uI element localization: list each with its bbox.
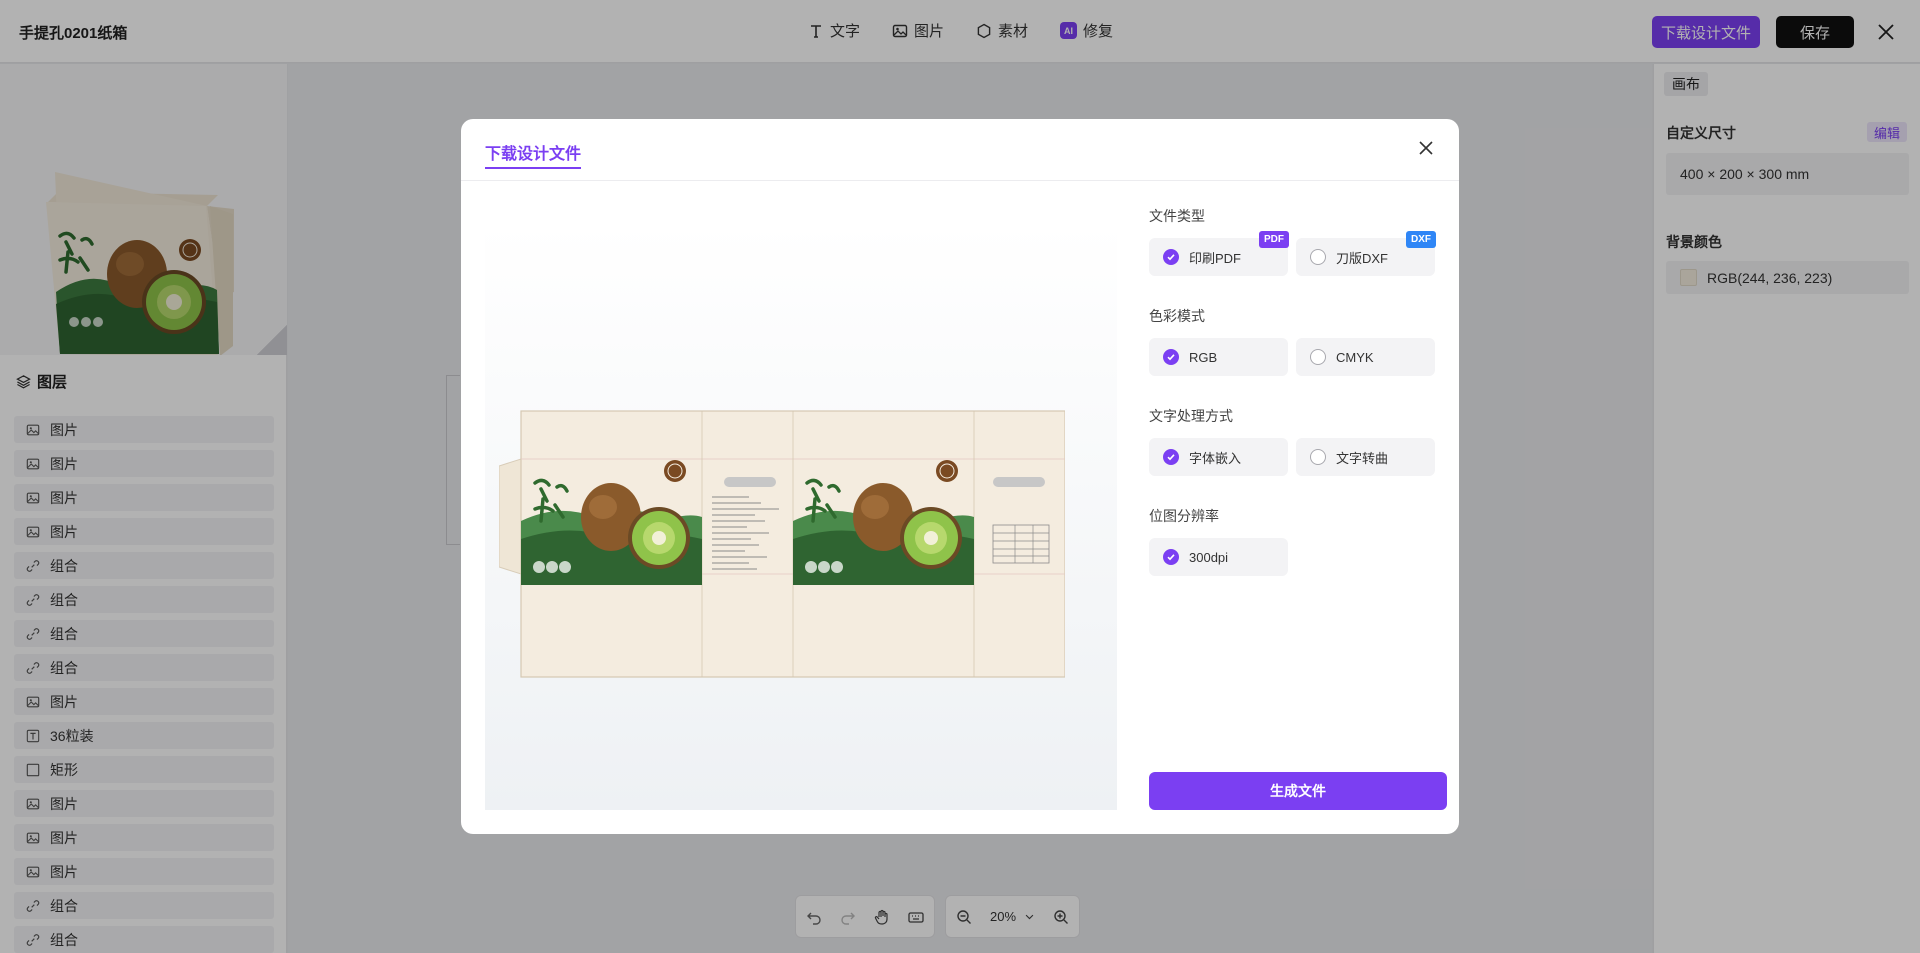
close-icon[interactable] — [1417, 139, 1435, 157]
dialog-title: 下载设计文件 — [485, 140, 582, 169]
option-group-label: 文件类型 — [1149, 208, 1205, 224]
option-group-label: 文字处理方式 — [1149, 408, 1233, 424]
radio-option[interactable]: CMYK — [1296, 338, 1435, 376]
generate-file-button[interactable]: 生成文件 — [1149, 772, 1447, 810]
check-circle-icon — [1163, 549, 1179, 565]
radio-option[interactable]: 字体嵌入 — [1149, 438, 1288, 476]
option-group: 300dpi — [1149, 538, 1449, 576]
option-group: RGB CMYK — [1149, 338, 1449, 376]
option-label: RGB — [1189, 349, 1218, 365]
check-circle-icon — [1163, 349, 1179, 365]
check-circle-icon — [1163, 249, 1179, 265]
format-badge: DXF — [1406, 231, 1436, 248]
option-label: 文字转曲 — [1336, 450, 1389, 466]
radio-option[interactable]: 300dpi — [1149, 538, 1288, 576]
format-badge: PDF — [1259, 231, 1289, 248]
radio-empty-icon — [1310, 349, 1326, 365]
dieline-illustration — [499, 410, 1065, 678]
radio-option[interactable]: 文字转曲 — [1296, 438, 1435, 476]
check-circle-icon — [1163, 449, 1179, 465]
dialog-header: 下载设计文件 — [461, 119, 1459, 181]
download-dialog: 下载设计文件 文件类型 印刷PDF PDF 刀版DXF DXF 色彩模式 RGB… — [461, 119, 1459, 834]
option-label: 刀版DXF — [1336, 250, 1389, 266]
radio-option[interactable]: 刀版DXF DXF — [1296, 231, 1436, 276]
option-group: 字体嵌入 文字转曲 — [1149, 438, 1449, 476]
option-group: 印刷PDF PDF 刀版DXF DXF — [1149, 231, 1449, 276]
option-group-label: 色彩模式 — [1149, 308, 1205, 324]
option-label: 印刷PDF — [1189, 250, 1242, 266]
dieline-preview — [485, 223, 1117, 810]
export-options: 文件类型印刷PDF PDF 刀版DXF DXF 色彩模式 RGB CMYK 文字处理方式字体嵌… — [1149, 206, 1449, 606]
radio-empty-icon — [1310, 249, 1326, 265]
option-label: 字体嵌入 — [1189, 450, 1242, 466]
option-label: 300dpi — [1189, 549, 1229, 565]
option-label: CMYK — [1336, 349, 1374, 365]
radio-option[interactable]: RGB — [1149, 338, 1288, 376]
radio-option[interactable]: 印刷PDF PDF — [1149, 231, 1289, 276]
option-group-label: 位图分辨率 — [1149, 508, 1219, 524]
radio-empty-icon — [1310, 449, 1326, 465]
